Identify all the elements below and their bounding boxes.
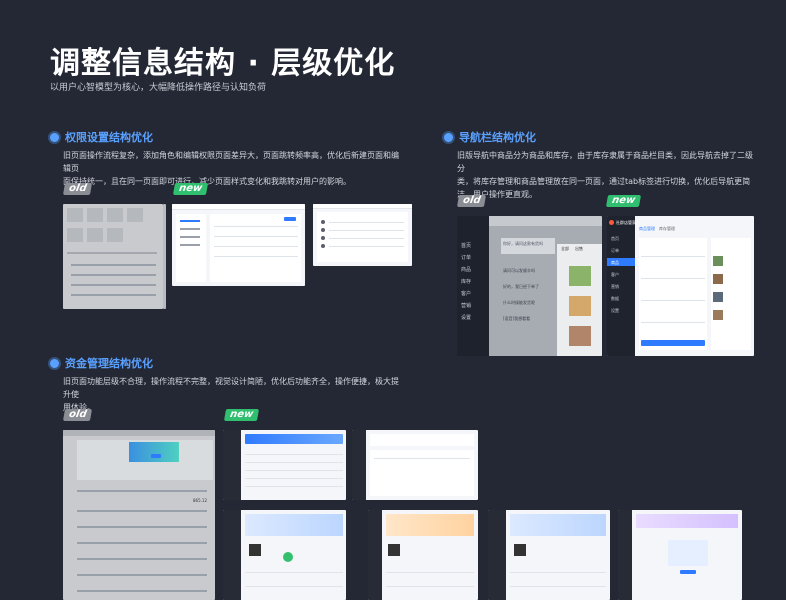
section-permission-desc: 旧页面操作流程复杂，添加角色和编辑权限页面差异大，页面跳转频率高，优化后新建页面… [63, 149, 403, 188]
new-tag: new [223, 409, 260, 421]
funds-old-screenshot: 865.12 [63, 430, 215, 600]
section-nav-header: 导航栏结构优化 [444, 129, 536, 145]
funds-new-screenshot-3 [223, 510, 346, 600]
funds-new-screenshot-2 [352, 430, 478, 500]
section-nav-title: 导航栏结构优化 [459, 131, 536, 144]
nav-item: 营销 [461, 303, 472, 309]
new-tag: new [605, 195, 642, 207]
new-tag: new [172, 183, 209, 195]
permission-new-screenshot-2 [313, 204, 412, 266]
nav-item-active[interactable]: 商品 [611, 260, 619, 266]
section-nav-desc: 旧版导航中商品分为商品和库存，由于库存隶属于商品栏目类，因此导航去掉了二级分 类… [457, 149, 757, 201]
old-tag: old [62, 409, 93, 421]
nav-new-screenshot: 社群店管家 首页 订单 商品 客户 营销 数据 设置 商品管理 库存管理 [607, 216, 754, 356]
chat-message: 什么时候能发货呢 [503, 300, 535, 305]
chat-message: 好的，我已经下单了 [503, 284, 539, 289]
old-tag: old [62, 183, 93, 195]
bullet-icon [50, 358, 59, 368]
tab-product[interactable]: 商品管理 [639, 226, 655, 232]
page-subtitle: 以用户心智模型为核心，大幅降低操作路径与认知负荷 [50, 83, 267, 93]
funds-new-screenshot-5 [488, 510, 610, 600]
funds-new-screenshot-1 [223, 430, 346, 500]
nav-item: 商品 [461, 267, 472, 273]
nav-item[interactable]: 营销 [611, 284, 619, 290]
tab-all[interactable]: 全部 [561, 246, 569, 252]
nav-item: 首页 [461, 243, 472, 249]
section-permission-title: 权限设置结构优化 [65, 131, 153, 144]
page-title: 调整信息结构 · 层级优化 [50, 46, 396, 81]
tab-sell[interactable]: 出售 [575, 246, 583, 252]
nav-item[interactable]: 首页 [611, 236, 619, 242]
nav-item[interactable]: 订单 [611, 248, 619, 254]
permission-new-screenshot-1 [172, 204, 305, 286]
section-funds-title: 资金管理结构优化 [65, 357, 153, 370]
nav-item: 设置 [461, 315, 472, 321]
nav-item: 客户 [461, 291, 472, 297]
nav-old-screenshot: 首页 订单 商品 库存 客户 营销 设置 你好，请问这款有货吗 请问可以发顺丰吗… [457, 216, 602, 356]
nav-item: 订单 [461, 255, 472, 261]
permission-old-screenshot [63, 204, 163, 309]
brand-logo-icon [609, 220, 614, 225]
section-funds-header: 资金管理结构优化 [50, 355, 153, 371]
chat-message: 你好，请问这款有货吗 [503, 241, 543, 246]
nav-item[interactable]: 设置 [611, 308, 619, 314]
chat-message: [语音]我想看看 [503, 316, 531, 321]
funds-new-screenshot-6 [618, 510, 742, 600]
funds-amount: 865.12 [193, 498, 207, 503]
chat-message: 请问可以发顺丰吗 [503, 268, 535, 273]
desc-line: 旧版导航中商品分为商品和库存，由于库存隶属于商品栏目类，因此导航去掉了二级分 [457, 151, 753, 173]
section-permission-header: 权限设置结构优化 [50, 129, 153, 145]
desc-line: 旧页面操作流程复杂，添加角色和编辑权限页面差异大，页面跳转频率高，优化后新建页面… [63, 151, 399, 173]
nav-item: 库存 [461, 279, 472, 285]
desc-line: 类，将库存管理和商品管理放在同一页面，通过tab标签进行切换，优化后导航更简 [457, 177, 751, 186]
tab-stock[interactable]: 库存管理 [659, 226, 675, 232]
desc-line: 面保持统一，且在同一页面即可进行，减少页面样式变化和我跳转对用户的影响。 [63, 177, 351, 186]
bullet-icon [444, 132, 453, 142]
nav-item[interactable]: 数据 [611, 296, 619, 302]
bullet-icon [50, 132, 59, 142]
brand-name: 社群店管家 [616, 220, 636, 225]
old-tag: old [456, 195, 487, 207]
funds-new-screenshot-4 [368, 510, 478, 600]
desc-line: 旧页面功能层级不合理，操作流程不完整，视觉设计简陋，优化后功能齐全，操作便捷，极… [63, 377, 399, 399]
nav-item[interactable]: 客户 [611, 272, 619, 278]
